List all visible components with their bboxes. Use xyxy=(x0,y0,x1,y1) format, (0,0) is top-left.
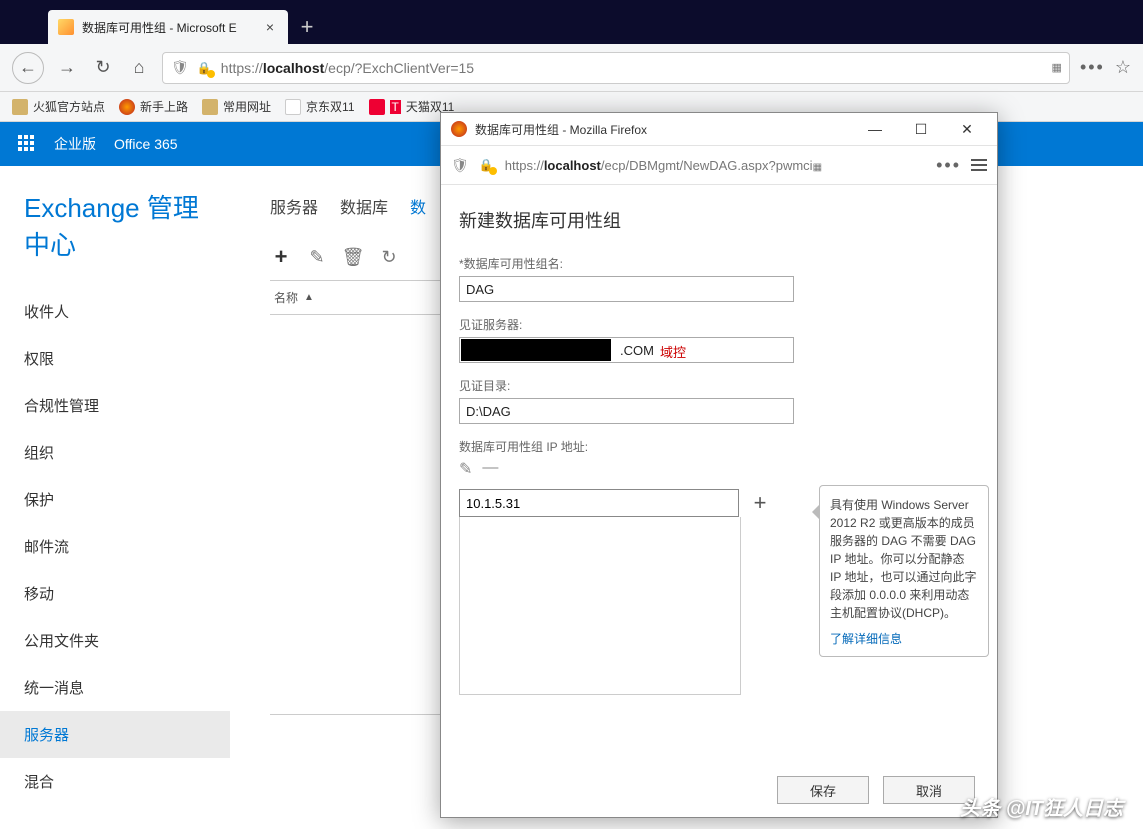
url-text: https://localhost/ecp/?ExchClientVer=15 xyxy=(221,60,1044,76)
tab-title: 数据库可用性组 - Microsoft E xyxy=(82,19,254,36)
witness-dir-input[interactable]: D:\DAG xyxy=(459,398,794,424)
firefox-icon xyxy=(451,121,467,137)
sidebar-item-protection[interactable]: 保护 xyxy=(0,476,230,523)
popup-titlebar[interactable]: 数据库可用性组 - Mozilla Firefox — ☐ ✕ xyxy=(441,113,997,145)
sidebar-item-servers[interactable]: 服务器 xyxy=(0,711,230,758)
popup-url-text: https://localhost/ecp/DBMgmt/NewDAG.aspx… xyxy=(505,158,926,173)
witness-server-label: 见证服务器: xyxy=(459,316,979,333)
popup-window: 数据库可用性组 - Mozilla Firefox — ☐ ✕ 🛡 https:… xyxy=(440,112,998,818)
popup-title: 数据库可用性组 - Mozilla Firefox xyxy=(475,121,647,138)
home-button[interactable]: ⌂ xyxy=(126,55,152,81)
new-tab-button[interactable]: + xyxy=(292,12,322,42)
page-title: Exchange 管理中心 xyxy=(24,188,206,262)
popup-content: 新建数据库可用性组 *数据库可用性组名: DAG 见证服务器: .COM 域控 … xyxy=(441,185,997,763)
shield-icon: 🛡 xyxy=(171,59,189,76)
sidebar-item-permissions[interactable]: 权限 xyxy=(0,335,230,382)
browser-nav-bar: ← → ↻ ⌂ 🛡 https://localhost/ecp/?ExchCli… xyxy=(0,44,1143,92)
menu-icon[interactable] xyxy=(971,159,987,171)
ip-input[interactable] xyxy=(459,489,739,517)
bookmark-item[interactable]: 常用网址 xyxy=(202,98,271,115)
bookmark-star-icon[interactable]: ☆ xyxy=(1115,57,1131,78)
jd-icon xyxy=(285,99,301,115)
ip-label: 数据库可用性组 IP 地址: xyxy=(459,438,979,455)
learn-more-link[interactable]: 了解详细信息 xyxy=(830,630,978,648)
save-button[interactable]: 保存 xyxy=(777,776,869,804)
list-header[interactable]: 名称 ▲ xyxy=(270,280,440,315)
add-ip-button[interactable]: + xyxy=(747,490,773,516)
sidebar-item-publicfolders[interactable]: 公用文件夹 xyxy=(0,617,230,664)
close-icon[interactable]: × xyxy=(262,19,278,35)
page-actions-icon[interactable]: ••• xyxy=(936,155,961,176)
watermark: 头条 @IT狂人日志 xyxy=(960,792,1123,821)
bookmark-item[interactable]: 京东双11 xyxy=(285,98,354,115)
bookmark-item[interactable]: 新手上路 xyxy=(119,98,188,115)
folder-icon xyxy=(202,99,218,115)
app-launcher-icon[interactable] xyxy=(18,135,36,153)
delete-icon[interactable]: 🗑 xyxy=(342,246,364,268)
firefox-icon xyxy=(119,99,135,115)
edit-icon[interactable]: ✎ xyxy=(306,246,328,268)
help-text: 具有使用 Windows Server 2012 R2 或更高版本的成员服务器的… xyxy=(830,498,976,620)
dag-name-label: *数据库可用性组名: xyxy=(459,255,979,272)
tab-favicon xyxy=(58,19,74,35)
minimize-button[interactable]: — xyxy=(855,115,895,143)
remove-icon[interactable]: — xyxy=(482,459,498,479)
url-bar[interactable]: 🛡 https://localhost/ecp/?ExchClientVer=1… xyxy=(162,52,1070,84)
popup-url-bar: 🛡 https://localhost/ecp/DBMgmt/NewDAG.as… xyxy=(441,145,997,185)
tmall-icon xyxy=(369,99,385,115)
close-button[interactable]: ✕ xyxy=(947,115,987,143)
witness-server-input[interactable]: .COM 域控 xyxy=(459,337,794,363)
edit-icon[interactable]: ✎ xyxy=(459,459,472,479)
folder-icon xyxy=(12,99,28,115)
add-button[interactable]: + xyxy=(270,246,292,268)
forward-button[interactable]: → xyxy=(54,55,80,81)
browser-tab-strip: 数据库可用性组 - Microsoft E × + xyxy=(0,0,1143,44)
back-button[interactable]: ← xyxy=(12,52,44,84)
bookmark-item[interactable]: 火狐官方站点 xyxy=(12,98,105,115)
witness-dir-label: 见证目录: xyxy=(459,377,979,394)
sort-indicator-icon: ▲ xyxy=(304,292,314,303)
sidebar-item-hybrid[interactable]: 混合 xyxy=(0,758,230,805)
help-callout: 具有使用 Windows Server 2012 R2 或更高版本的成员服务器的… xyxy=(819,485,989,657)
tab-servers[interactable]: 服务器 xyxy=(270,194,318,218)
lock-warning-icon xyxy=(197,60,213,76)
sidebar-item-mobile[interactable]: 移动 xyxy=(0,570,230,617)
brand-label: Office 365 xyxy=(114,136,178,152)
sidebar-item-organization[interactable]: 组织 xyxy=(0,429,230,476)
tab-dag[interactable]: 数 xyxy=(410,194,426,218)
maximize-button[interactable]: ☐ xyxy=(901,115,941,143)
dag-name-input[interactable]: DAG xyxy=(459,276,794,302)
side-nav: 收件人 权限 合规性管理 组织 保护 邮件流 移动 公用文件夹 统一消息 服务器… xyxy=(0,288,230,805)
reader-icon[interactable]: ▦ xyxy=(1052,61,1061,74)
column-name: 名称 xyxy=(274,289,298,306)
ip-listbox[interactable] xyxy=(459,517,741,695)
browser-tab[interactable]: 数据库可用性组 - Microsoft E × xyxy=(48,10,288,44)
witness-note: 域控 xyxy=(660,342,686,361)
left-column: Exchange 管理中心 收件人 权限 合规性管理 组织 保护 邮件流 移动 … xyxy=(0,166,230,829)
lock-warning-icon xyxy=(479,157,495,173)
refresh-icon[interactable]: ↻ xyxy=(378,246,400,268)
sidebar-item-compliance[interactable]: 合规性管理 xyxy=(0,382,230,429)
page-actions-icon[interactable]: ••• xyxy=(1080,57,1105,78)
shield-icon: 🛡 xyxy=(451,157,469,174)
sidebar-item-mailflow[interactable]: 邮件流 xyxy=(0,523,230,570)
sidebar-item-recipients[interactable]: 收件人 xyxy=(0,288,230,335)
sidebar-item-um[interactable]: 统一消息 xyxy=(0,664,230,711)
edition-label: 企业版 xyxy=(54,134,96,154)
redacted-mask xyxy=(461,339,611,361)
popup-footer: 保存 取消 xyxy=(441,763,997,817)
tab-databases[interactable]: 数据库 xyxy=(340,194,388,218)
form-title: 新建数据库可用性组 xyxy=(459,207,979,233)
reload-button[interactable]: ↻ xyxy=(90,55,116,81)
